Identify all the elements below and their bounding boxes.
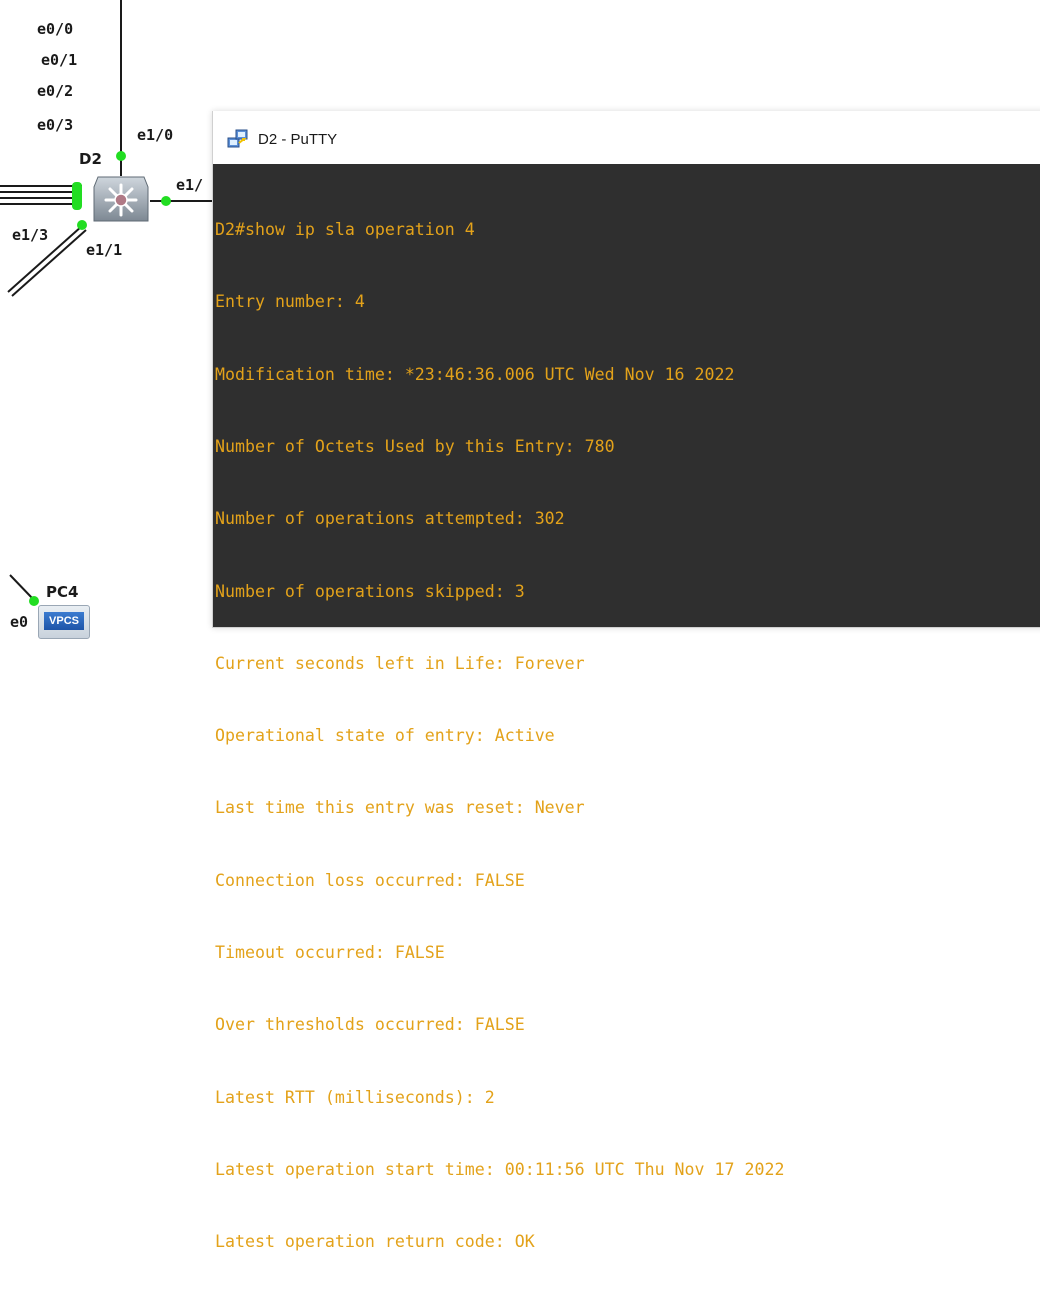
vpcs-icon: VPCS bbox=[38, 605, 90, 639]
terminal-area[interactable]: D2#show ip sla operation 4 Entry number:… bbox=[213, 164, 1040, 1251]
terminal-line: Modification time: *23:46:36.006 UTC Wed… bbox=[215, 364, 735, 384]
terminal-output: D2#show ip sla operation 4 Entry number:… bbox=[215, 170, 784, 1294]
terminal-line: Number of Octets Used by this Entry: 780 bbox=[215, 437, 615, 457]
switch-name-label: D2 bbox=[79, 150, 102, 168]
terminal-line: Latest operation return code: OK bbox=[215, 1232, 535, 1252]
terminal-line: Latest RTT (milliseconds): 2 bbox=[215, 1087, 495, 1107]
terminal-line: Latest operation start time: 00:11:56 UT… bbox=[215, 1159, 785, 1179]
link-pc4[interactable] bbox=[9, 574, 34, 600]
terminal-line: Entry number: 4 bbox=[215, 292, 365, 312]
port-label-e1-2: e1/ bbox=[176, 176, 204, 194]
window-titlebar[interactable]: D2 - PuTTY bbox=[213, 111, 1040, 164]
port-label-e1-3: e1/3 bbox=[12, 226, 49, 244]
port-label-e1-0: e1/0 bbox=[137, 126, 174, 144]
port-label-e0-2: e0/2 bbox=[37, 82, 74, 100]
switch-node-d2[interactable] bbox=[92, 173, 150, 225]
terminal-line: Last time this entry was reset: Never bbox=[215, 798, 585, 818]
terminal-line: Over thresholds occurred: FALSE bbox=[215, 1015, 525, 1035]
vpcs-icon-label: VPCS bbox=[44, 612, 84, 630]
terminal-line: Number of operations skipped: 3 bbox=[215, 581, 525, 601]
port-label-pc4-e0: e0 bbox=[10, 613, 29, 631]
terminal-line: Number of operations attempted: 302 bbox=[215, 509, 565, 529]
terminal-line: Timeout occurred: FALSE bbox=[215, 943, 445, 962]
port-label-e0-0: e0/0 bbox=[37, 20, 74, 38]
terminal-line: D2#show ip sla operation 4 bbox=[215, 220, 475, 240]
pc-name-label: PC4 bbox=[46, 583, 79, 601]
port-label-e0-3: e0/3 bbox=[37, 116, 74, 134]
putty-icon bbox=[227, 129, 248, 148]
status-dot-e1-2 bbox=[161, 196, 171, 206]
port-label-e0-1: e0/1 bbox=[41, 51, 78, 69]
port-label-e1-1: e1/1 bbox=[86, 241, 123, 259]
status-dot-e1-0 bbox=[116, 151, 126, 161]
putty-window[interactable]: D2 - PuTTY D2#show ip sla operation 4 En… bbox=[212, 111, 1040, 1251]
pc-node-pc4[interactable]: VPCS bbox=[38, 605, 90, 643]
terminal-line: Operational state of entry: Active bbox=[215, 726, 555, 746]
terminal-line: Current seconds left in Life: Forever bbox=[215, 653, 585, 673]
window-title: D2 - PuTTY bbox=[258, 131, 338, 148]
status-dot-e0-group bbox=[72, 182, 82, 210]
terminal-line: Connection loss occurred: FALSE bbox=[215, 870, 525, 890]
status-dot-e1-3 bbox=[77, 220, 87, 230]
switch-icon bbox=[93, 176, 149, 222]
